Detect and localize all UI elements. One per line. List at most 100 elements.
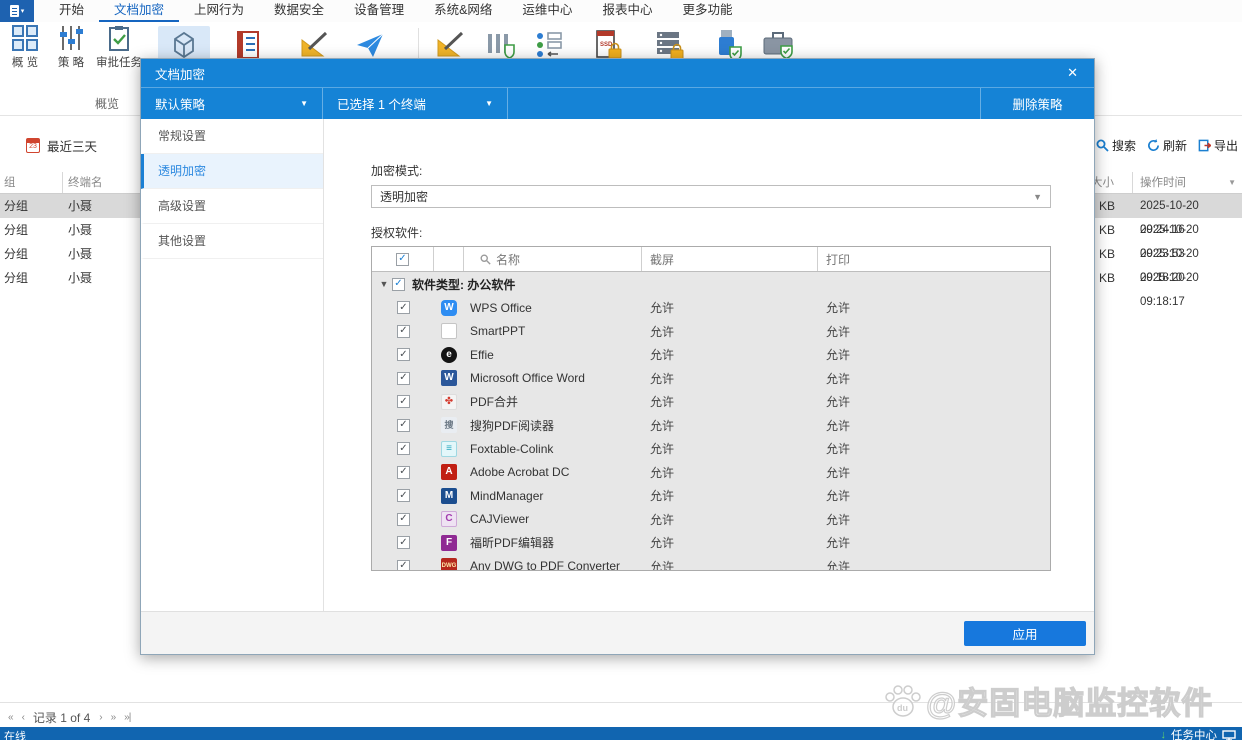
menu-item[interactable]: 运维中心 <box>507 0 587 22</box>
software-row[interactable]: ✓ F 福昕PDF编辑器 允许 允许 <box>372 531 1050 555</box>
menu-item[interactable]: 上网行为 <box>179 0 259 22</box>
software-name: SmartPPT <box>464 324 642 338</box>
print-permission[interactable]: 允许 <box>818 558 1050 570</box>
sidebar-item[interactable]: 高级设置 <box>141 189 323 224</box>
terminal-dropdown[interactable]: 已选择 1 个终端 ▼ <box>323 88 508 119</box>
last-page-button[interactable]: » <box>111 712 116 723</box>
table-row[interactable]: 分组 小聂 <box>0 242 141 266</box>
tool-approval[interactable]: 审批任务 <box>96 25 142 70</box>
screenshot-permission[interactable]: 允许 <box>642 464 818 481</box>
sidebar-item[interactable]: 其他设置 <box>141 224 323 259</box>
print-permission[interactable]: 允许 <box>818 370 1050 387</box>
next-page-button[interactable]: › <box>99 712 101 723</box>
menu-item[interactable]: 更多功能 <box>667 0 747 22</box>
policy-dropdown[interactable]: 默认策略 ▼ <box>141 88 323 119</box>
row-checkbox[interactable]: ✓ <box>397 536 410 549</box>
software-row[interactable]: ✓ ✤ PDF合并 允许 允许 <box>372 390 1050 414</box>
sort-caret-icon[interactable]: ▼ <box>1228 172 1236 194</box>
download-arrow-icon: ↓ <box>1161 729 1167 740</box>
screenshot-permission[interactable]: 允许 <box>642 393 818 410</box>
print-permission[interactable]: 允许 <box>818 464 1050 481</box>
print-permission[interactable]: 允许 <box>818 487 1050 504</box>
column-header-time[interactable]: 操作时间▼ <box>1133 172 1242 193</box>
column-header-name[interactable]: 名称 <box>464 247 642 271</box>
row-checkbox[interactable]: ✓ <box>397 560 410 570</box>
row-checkbox[interactable]: ✓ <box>397 325 410 338</box>
table-row[interactable]: 分组 小聂 <box>0 194 141 218</box>
screenshot-permission[interactable]: 允许 <box>642 511 818 528</box>
refresh-button[interactable]: 刷新 <box>1147 137 1187 154</box>
column-header-screenshot[interactable]: 截屏 <box>642 247 818 271</box>
row-checkbox[interactable]: ✓ <box>397 442 410 455</box>
software-row[interactable]: ✓ W Microsoft Office Word 允许 允许 <box>372 367 1050 391</box>
row-checkbox[interactable]: ✓ <box>397 466 410 479</box>
row-checkbox[interactable]: ✓ <box>397 489 410 502</box>
app-menu-button[interactable]: ▾ <box>0 0 34 22</box>
tool-overview[interactable]: 概 览 <box>2 25 48 70</box>
screenshot-permission[interactable]: 允许 <box>642 323 818 340</box>
monitor-icon[interactable] <box>1222 730 1236 740</box>
first-page-button[interactable]: « <box>8 712 13 723</box>
print-permission[interactable]: 允许 <box>818 393 1050 410</box>
screenshot-permission[interactable]: 允许 <box>642 558 818 570</box>
software-row[interactable]: ✓ DWG Any DWG to PDF Converter 允许 允许 <box>372 555 1050 571</box>
screenshot-permission[interactable]: 允许 <box>642 370 818 387</box>
software-row[interactable]: ✓ W WPS Office 允许 允许 <box>372 296 1050 320</box>
menu-item[interactable]: 开始 <box>44 0 99 22</box>
print-permission[interactable]: 允许 <box>818 323 1050 340</box>
row-checkbox[interactable]: ✓ <box>397 513 410 526</box>
screenshot-permission[interactable]: 允许 <box>642 417 818 434</box>
column-header-terminal[interactable]: 终端名 <box>63 172 141 193</box>
menu-item[interactable]: 文档加密 <box>99 0 179 22</box>
prev-page-button[interactable]: ‹ <box>22 712 24 723</box>
print-permission[interactable]: 允许 <box>818 440 1050 457</box>
close-icon[interactable]: ✕ <box>1065 65 1080 81</box>
select-all-checkbox[interactable]: ✓ <box>396 253 409 266</box>
table-row[interactable]: 分组 小聂 <box>0 218 141 242</box>
jump-end-button[interactable]: »| <box>124 712 130 723</box>
apply-button[interactable]: 应用 <box>964 621 1086 646</box>
encryption-mode-select[interactable]: 透明加密 ▼ <box>371 185 1051 208</box>
print-permission[interactable]: 允许 <box>818 417 1050 434</box>
table-row[interactable]: 分组 小聂 <box>0 266 141 290</box>
date-filter[interactable]: 最近三天 <box>26 136 97 155</box>
row-checkbox[interactable]: ✓ <box>397 395 410 408</box>
screenshot-permission[interactable]: 允许 <box>642 440 818 457</box>
menu-item[interactable]: 系统&网络 <box>419 0 507 22</box>
delete-policy-button[interactable]: 删除策略 <box>980 88 1094 119</box>
software-row[interactable]: ✓ M MindManager 允许 允许 <box>372 484 1050 508</box>
task-center-button[interactable]: 任务中心 <box>1171 727 1217 740</box>
print-permission[interactable]: 允许 <box>818 534 1050 551</box>
dialog-sidebar: 常规设置 透明加密 高级设置 其他设置 <box>141 119 324 611</box>
menu-item[interactable]: 数据安全 <box>259 0 339 22</box>
column-header-print[interactable]: 打印 <box>818 247 1050 271</box>
row-checkbox[interactable]: ✓ <box>397 348 410 361</box>
software-row[interactable]: ✓ ≡ Foxtable-Colink 允许 允许 <box>372 437 1050 461</box>
menu-item[interactable]: 报表中心 <box>587 0 667 22</box>
group-checkbox[interactable]: ✓ <box>392 278 405 291</box>
print-permission[interactable]: 允许 <box>818 299 1050 316</box>
screenshot-permission[interactable]: 允许 <box>642 487 818 504</box>
software-row[interactable]: ✓ e Effie 允许 允许 <box>372 343 1050 367</box>
column-header-group[interactable]: 组 <box>0 172 63 193</box>
software-row[interactable]: ✓ 搜 搜狗PDF阅读器 允许 允许 <box>372 414 1050 438</box>
menu-item[interactable]: 设备管理 <box>339 0 419 22</box>
software-row[interactable]: ✓ A Adobe Acrobat DC 允许 允许 <box>372 461 1050 485</box>
screenshot-permission[interactable]: 允许 <box>642 534 818 551</box>
sidebar-item[interactable]: 透明加密 <box>141 154 323 189</box>
export-button[interactable]: 导出 <box>1198 137 1238 154</box>
tool-policy[interactable]: 策 略 <box>48 25 94 70</box>
collapse-chevron-icon[interactable]: ▼ <box>376 279 392 289</box>
screenshot-permission[interactable]: 允许 <box>642 299 818 316</box>
sidebar-item[interactable]: 常规设置 <box>141 119 323 154</box>
row-checkbox[interactable]: ✓ <box>397 372 410 385</box>
row-checkbox[interactable]: ✓ <box>397 419 410 432</box>
software-row[interactable]: ✓ C CAJViewer 允许 允许 <box>372 508 1050 532</box>
table-header: 组 终端名 <box>0 172 141 194</box>
row-checkbox[interactable]: ✓ <box>397 301 410 314</box>
print-permission[interactable]: 允许 <box>818 511 1050 528</box>
screenshot-permission[interactable]: 允许 <box>642 346 818 363</box>
print-permission[interactable]: 允许 <box>818 346 1050 363</box>
software-row[interactable]: ✓ SmartPPT 允许 允许 <box>372 320 1050 344</box>
search-button[interactable]: 搜索 <box>1096 137 1136 154</box>
